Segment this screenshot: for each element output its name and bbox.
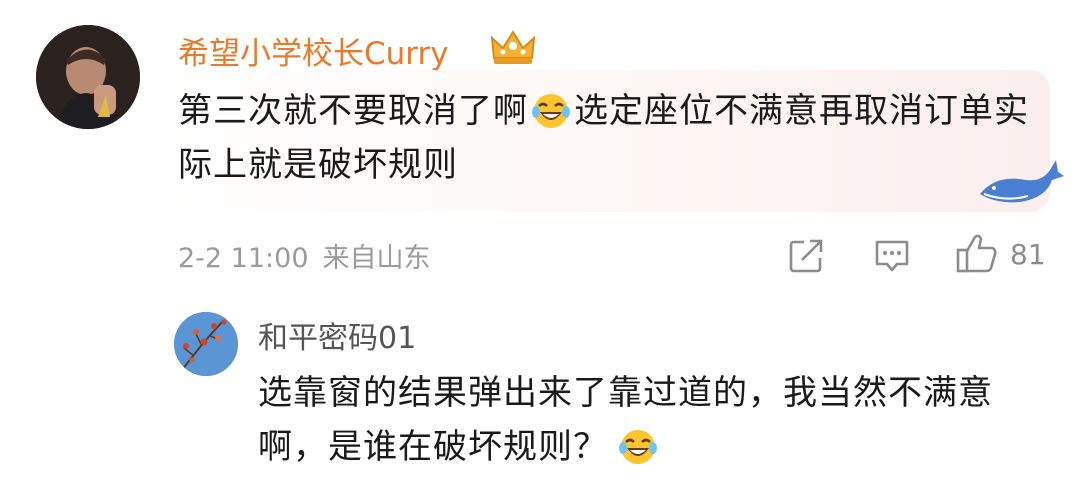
laugh-cry-emoji-icon: [531, 90, 571, 130]
laugh-cry-emoji-icon: [618, 426, 658, 466]
reply-text: 选靠窗的结果弹出来了靠过道的，我当然不满意啊，是谁在破坏规则？: [258, 366, 1058, 474]
share-icon[interactable]: [788, 238, 824, 274]
whale-decoration-icon: [976, 154, 1064, 212]
comment-text-part1: 第三次就不要取消了啊: [178, 91, 528, 131]
reply-avatar[interactable]: [174, 312, 238, 376]
reply-username[interactable]: 和平密码01: [258, 313, 416, 357]
comment-username[interactable]: 希望小学校长Curry: [178, 28, 449, 73]
comment-text: 第三次就不要取消了啊 选定座位不满意再取消订单实际上就是破坏规则: [178, 84, 1038, 192]
comment-date: 2-2 11:00: [178, 243, 309, 274]
like-icon[interactable]: [955, 232, 999, 274]
comment-icon[interactable]: [873, 238, 911, 274]
comment-meta: 2-2 11:00 来自山东: [178, 236, 445, 275]
like-count: 81: [1010, 238, 1046, 271]
crown-icon: [488, 28, 538, 66]
user-avatar[interactable]: [36, 25, 140, 129]
comment-location: 来自山东: [322, 243, 431, 274]
